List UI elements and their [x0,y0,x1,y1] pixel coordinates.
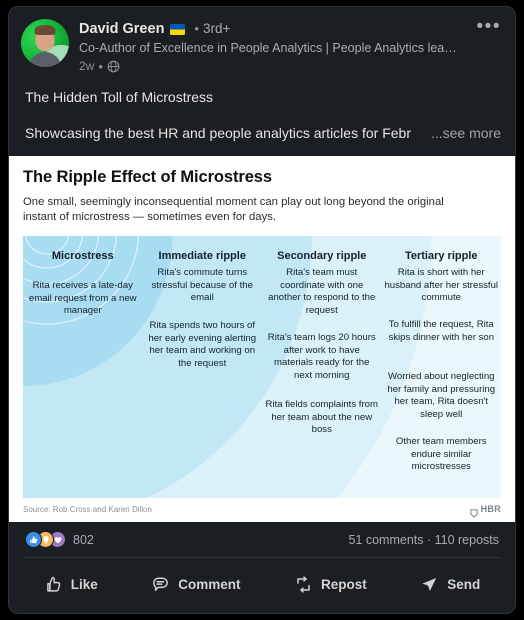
post-time: 2w [79,59,95,73]
avatar-hair [34,25,56,35]
ripple-diagram: Microstress Rita receives a late-day ema… [23,236,501,498]
column-block: Rita is short with her husband after her… [384,267,499,304]
post-text-body: The Hidden Toll of Microstress Showcasin… [9,74,515,143]
column-heading: Secondary ripple [277,250,367,262]
ripple-column-secondary: Secondary ripple Rita's team must coordi… [262,236,382,498]
column-block: Rita fields complaints from her team abo… [265,399,379,436]
infographic-subtitle: One small, seemingly inconsequential mom… [23,196,444,223]
post-title: The Hidden Toll of Microstress [25,89,214,105]
comment-label: Comment [178,577,241,592]
linkedin-post-card: David Green • 3rd+ Co-Author of Excellen… [8,6,516,614]
comments-reposts-count[interactable]: 51 comments · 110 reposts [348,533,499,547]
thumbs-up-outline-icon [44,575,63,594]
author-info: David Green • 3rd+ Co-Author of Excellen… [79,19,501,74]
post-image-infographic[interactable]: The Ripple Effect of Microstress One sma… [9,156,515,522]
comment-button[interactable]: Comment [141,569,250,600]
comment-bubble-icon [151,575,170,594]
column-block: Rita spends two hours of her early eveni… [148,320,257,369]
send-button[interactable]: Send [410,569,490,600]
ripple-column-tertiary: Tertiary ripple Rita is short with her h… [382,236,502,498]
reaction-count[interactable]: 802 [73,533,94,547]
ripple-column-microstress: Microstress Rita receives a late-day ema… [23,236,143,498]
name-separator: • [194,21,199,36]
post-description-row: Showcasing the best HR and people analyt… [25,124,501,143]
repost-label: Repost [320,577,367,592]
like-button[interactable]: Like [34,569,108,600]
post-options-button[interactable]: ••• [477,17,501,36]
connection-degree: 3rd+ [202,21,231,36]
column-heading: Microstress [51,250,114,262]
column-block: Rita's team must coordinate with one ano… [268,267,376,316]
action-bar: Like Comment Repost Send [9,558,515,610]
repost-arrows-icon [294,575,313,594]
meta-separator: • [98,59,103,74]
see-more-link[interactable]: ...see more [431,124,501,143]
send-paper-plane-icon [420,575,439,594]
column-heading: Immediate ripple [158,250,246,262]
author-name[interactable]: David Green [79,20,164,38]
column-block: Worried about neglecting her family and … [387,371,496,420]
ripple-column-immediate: Immediate ripple Rita's commute turns st… [143,236,263,498]
avatar[interactable] [21,19,69,67]
column-block: To fulfill the request, Rita skips dinne… [388,319,495,343]
post-header: David Green • 3rd+ Co-Author of Excellen… [9,7,515,74]
column-heading: Tertiary ripple [404,250,478,262]
column-block: Rita receives a late-day email request f… [28,280,137,317]
like-label: Like [70,577,98,592]
column-block: Rita's commute turns stressful because o… [151,267,253,304]
column-block: Other team members endure similar micros… [395,436,487,473]
repost-button[interactable]: Repost [284,569,377,600]
infographic-source: Source: Rob Cross and Karen Dillon [23,504,152,514]
post-description: Showcasing the best HR and people analyt… [25,125,411,141]
ukraine-flag-icon [170,23,186,35]
post-meta: 2w • [79,59,501,74]
author-headline: Co-Author of Excellence in People Analyt… [79,41,457,55]
hbr-logo: HBR [469,504,501,518]
author-name-line[interactable]: David Green • 3rd+ [79,20,501,38]
hbr-shield-icon [469,505,478,518]
globe-icon [107,60,120,73]
column-block: Rita's team logs 20 hours after work to … [267,332,376,381]
hbr-wordmark: HBR [480,504,501,514]
send-label: Send [447,577,481,592]
infographic-title: The Ripple Effect of Microstress [23,168,272,186]
ripple-columns: Microstress Rita receives a late-day ema… [23,236,501,498]
thumbs-up-icon [25,531,42,548]
reactions-group[interactable]: 802 [25,531,94,548]
social-counts-row: 802 51 comments · 110 reposts [9,522,515,557]
infographic-footer: Source: Rob Cross and Karen Dillon HBR [23,498,501,518]
